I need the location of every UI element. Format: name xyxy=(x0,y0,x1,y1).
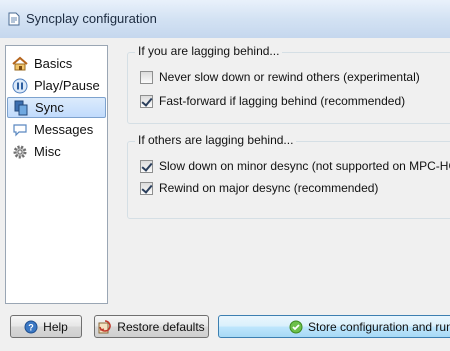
rewind-option[interactable]: Rewind on major desync (recommended) xyxy=(140,181,378,195)
gear-icon xyxy=(11,143,29,161)
sidebar-item-basics[interactable]: Basics xyxy=(7,53,106,74)
never-slow-down-label: Never slow down or rewind others (experi… xyxy=(159,70,420,84)
dialog-body: Basics Play/Pause Sync Messages Misc If … xyxy=(0,38,450,351)
help-button[interactable]: ? Help xyxy=(10,315,82,338)
slow-down-checkbox[interactable] xyxy=(140,159,153,173)
fast-forward-checkbox[interactable] xyxy=(140,94,153,108)
rewind-label: Rewind on major desync (recommended) xyxy=(159,181,379,195)
others-lagging-group-title: If others are lagging behind... xyxy=(135,133,297,147)
sidebar-item-label: Messages xyxy=(34,122,94,137)
window-title: Syncplay configuration xyxy=(26,11,157,26)
title-bar[interactable]: Syncplay configuration xyxy=(0,0,450,39)
sidebar-item-label: Sync xyxy=(35,100,64,115)
store-configuration-button[interactable]: Store configuration and run xyxy=(218,315,450,338)
slow-down-option[interactable]: Slow down on minor desync (not supported… xyxy=(140,159,450,173)
sidebar-item-play-pause[interactable]: Play/Pause xyxy=(7,75,106,96)
never-slow-down-option[interactable]: Never slow down or rewind others (experi… xyxy=(140,70,420,84)
home-icon xyxy=(11,55,29,73)
svg-text:?: ? xyxy=(28,322,34,332)
sidebar-item-label: Misc xyxy=(34,144,61,159)
speech-bubble-icon xyxy=(11,121,29,139)
others-lagging-group xyxy=(127,141,450,219)
sidebar-item-misc[interactable]: Misc xyxy=(7,141,106,162)
sidebar-item-sync[interactable]: Sync xyxy=(7,97,106,118)
sync-icon xyxy=(12,99,30,117)
restore-defaults-button[interactable]: Restore defaults xyxy=(94,315,209,338)
settings-sidebar: Basics Play/Pause Sync Messages Misc xyxy=(5,45,108,304)
slow-down-label: Slow down on minor desync (not supported… xyxy=(159,159,450,173)
pause-icon xyxy=(11,77,29,95)
store-configuration-label: Store configuration and run xyxy=(308,319,450,334)
lagging-behind-group-title: If you are lagging behind... xyxy=(135,44,283,58)
restore-icon xyxy=(98,319,112,334)
sidebar-item-label: Play/Pause xyxy=(34,78,100,93)
syncplay-config-window: Syncplay configuration Basics Play/Pause… xyxy=(0,0,450,351)
sidebar-item-messages[interactable]: Messages xyxy=(7,119,106,140)
help-button-label: Help xyxy=(43,319,68,334)
checkmark-icon xyxy=(289,320,303,334)
restore-defaults-label: Restore defaults xyxy=(117,319,205,334)
help-icon: ? xyxy=(24,320,38,334)
fast-forward-option[interactable]: Fast-forward if lagging behind (recommen… xyxy=(140,94,405,108)
syncplay-app-icon xyxy=(6,11,22,27)
fast-forward-label: Fast-forward if lagging behind (recommen… xyxy=(159,94,406,108)
rewind-checkbox[interactable] xyxy=(140,181,153,195)
never-slow-down-checkbox[interactable] xyxy=(140,70,153,84)
lagging-behind-group xyxy=(127,52,450,124)
sidebar-item-label: Basics xyxy=(34,56,73,71)
